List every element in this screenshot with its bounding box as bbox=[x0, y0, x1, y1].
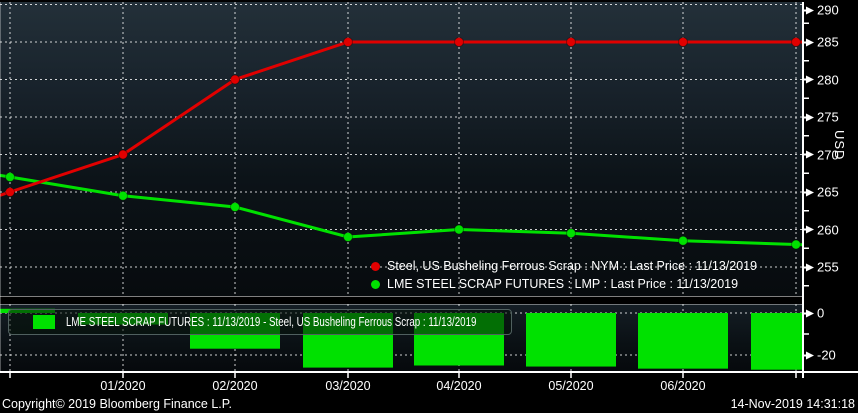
spread-legend-box[interactable]: LME STEEL SCRAP FUTURES : 11/13/2019 - S… bbox=[8, 309, 512, 335]
tick-arrow-icon bbox=[806, 225, 814, 234]
x-axis-tick-label: 03/2020 bbox=[325, 379, 371, 393]
tick-arrow-icon bbox=[806, 309, 814, 317]
y-axis-tick-label: 255 bbox=[803, 261, 839, 274]
lme-series-dot-icon bbox=[371, 279, 380, 289]
tick-value: 0 bbox=[817, 305, 825, 321]
x-axis-tick-label: 02/2020 bbox=[212, 379, 258, 393]
spread-bar[interactable] bbox=[638, 313, 728, 369]
x-axis-tick-label: 05/2020 bbox=[548, 379, 594, 393]
bloomberg-chart-window: 290 285 280 275 270 265 260 255 0 -20 01/2020 02/20… bbox=[0, 0, 858, 413]
data-point-marker[interactable] bbox=[230, 74, 240, 85]
y-axis-tick-label: -20 bbox=[803, 349, 836, 362]
spread-series-swatch-icon bbox=[33, 315, 55, 329]
legend-item-lme[interactable]: LME STEEL SCRAP FUTURES : LMP : Last Pri… bbox=[371, 275, 757, 293]
data-point-marker[interactable] bbox=[5, 172, 15, 182]
y-axis-tick-label: 265 bbox=[803, 186, 839, 199]
tick-value: 290 bbox=[817, 2, 839, 18]
tick-arrow-icon bbox=[806, 113, 814, 121]
data-point-marker[interactable] bbox=[678, 37, 688, 47]
spread-legend-label: LME STEEL SCRAP FUTURES : 11/13/2019 - S… bbox=[66, 315, 477, 329]
x-axis-tick-label: 06/2020 bbox=[660, 379, 706, 393]
timestamp-text: 14-Nov-2019 14:31:18 bbox=[730, 397, 855, 411]
usd-axis-label: USD bbox=[832, 130, 847, 161]
data-point-marker[interactable] bbox=[566, 228, 576, 239]
tick-arrow-icon bbox=[806, 75, 814, 84]
tick-arrow-icon bbox=[806, 351, 814, 359]
chart-canvas bbox=[0, 2, 858, 378]
main-chart-legend: Steel, US Busheling Ferrous Scrap : NYM … bbox=[371, 257, 757, 293]
data-point-marker[interactable] bbox=[791, 37, 801, 47]
y-axis-tick-label: 275 bbox=[803, 111, 839, 124]
data-point-marker[interactable] bbox=[678, 235, 688, 246]
tick-value: 275 bbox=[817, 109, 839, 125]
data-point-marker[interactable] bbox=[343, 232, 353, 242]
legend-item-busheling[interactable]: Steel, US Busheling Ferrous Scrap : NYM … bbox=[371, 257, 757, 275]
y-axis-tick-label: 280 bbox=[803, 73, 839, 86]
data-point-marker[interactable] bbox=[343, 37, 353, 47]
data-point-marker[interactable] bbox=[5, 187, 15, 197]
tick-arrow-icon bbox=[806, 150, 814, 159]
tick-arrow-icon bbox=[806, 263, 814, 271]
tick-value: 255 bbox=[817, 259, 839, 275]
data-point-marker[interactable] bbox=[230, 202, 240, 212]
data-point-marker[interactable] bbox=[118, 190, 128, 201]
x-axis-tick-label: 01/2020 bbox=[100, 379, 146, 393]
series-lme-line[interactable] bbox=[0, 173, 804, 247]
y-axis-tick-label: 285 bbox=[803, 36, 839, 49]
tick-value: 260 bbox=[817, 222, 839, 237]
data-point-marker[interactable] bbox=[454, 224, 464, 235]
tick-value: 285 bbox=[817, 34, 839, 50]
tick-arrow-icon bbox=[806, 188, 814, 196]
tick-arrow-icon bbox=[806, 6, 814, 14]
data-point-marker[interactable] bbox=[118, 149, 128, 160]
y-axis-tick-label: 0 bbox=[803, 307, 824, 320]
tick-arrow-icon bbox=[806, 38, 814, 46]
x-axis-tick-label: 04/2020 bbox=[436, 379, 482, 393]
legend-item-label: Steel, US Busheling Ferrous Scrap : NYM … bbox=[387, 259, 758, 273]
spread-bar[interactable] bbox=[526, 313, 616, 367]
tick-value: 265 bbox=[817, 184, 839, 200]
y-axis-tick-label: 260 bbox=[803, 223, 839, 236]
spread-bar[interactable] bbox=[751, 313, 803, 370]
data-point-marker[interactable] bbox=[454, 37, 464, 47]
tick-value: 280 bbox=[817, 72, 839, 87]
data-point-marker[interactable] bbox=[566, 37, 576, 47]
tick-value: -20 bbox=[817, 347, 836, 363]
copyright-text: Copyright© 2019 Bloomberg Finance L.P. bbox=[2, 397, 232, 411]
data-point-marker[interactable] bbox=[791, 239, 801, 250]
y-axis-tick-label: 290 bbox=[803, 4, 839, 17]
legend-item-label: LME STEEL SCRAP FUTURES : LMP : Last Pri… bbox=[387, 277, 739, 291]
busheling-series-dot-icon bbox=[371, 261, 380, 271]
